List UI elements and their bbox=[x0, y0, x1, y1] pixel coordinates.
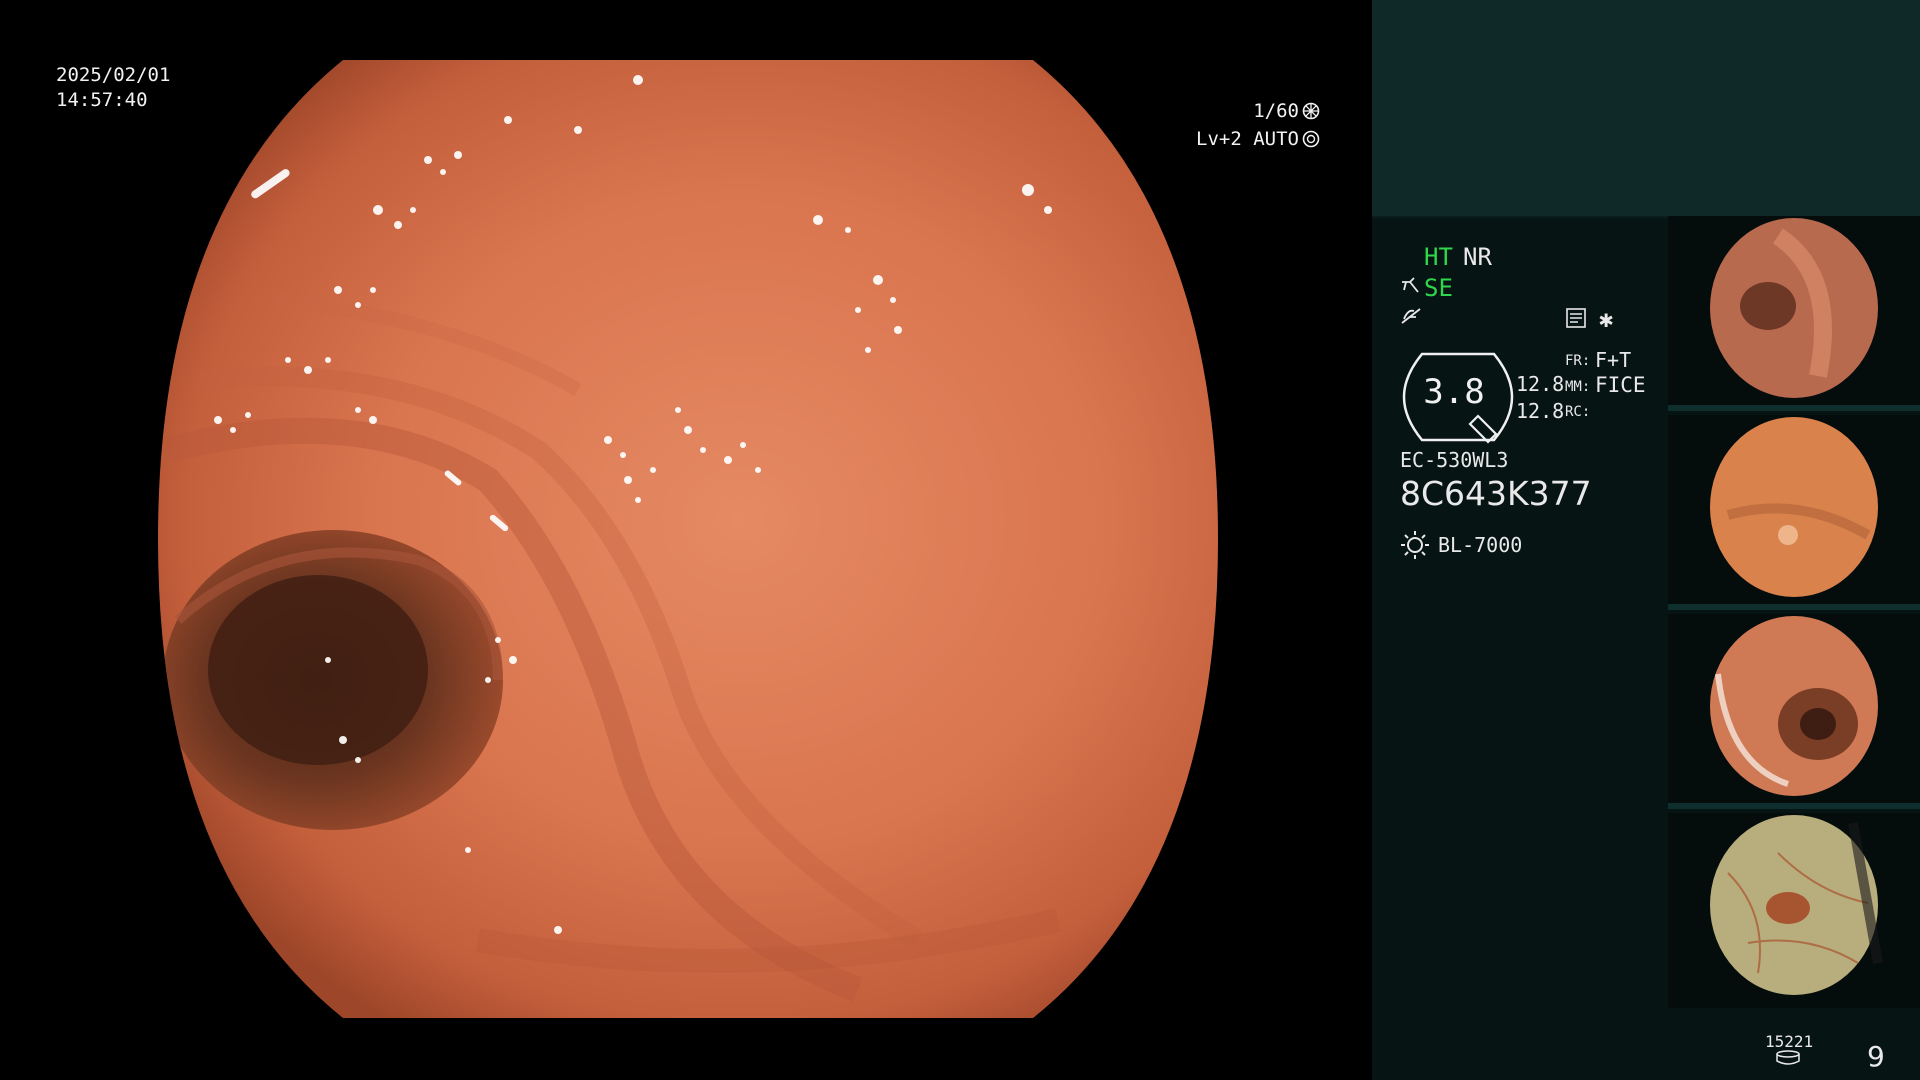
storage-disk-icon bbox=[1775, 1050, 1801, 1070]
thumbnail-separator bbox=[1668, 405, 1920, 411]
se-indicator: SE bbox=[1424, 274, 1453, 302]
endoscope-image bbox=[158, 60, 1218, 1018]
exposure-mode: AUTO bbox=[1253, 128, 1299, 150]
storage-count: 15221 bbox=[1765, 1032, 1814, 1051]
thumbnail-2[interactable] bbox=[1668, 415, 1920, 610]
page-number: 9 bbox=[1867, 1040, 1885, 1073]
fr-key: FR: bbox=[1565, 353, 1591, 369]
capture-time: 14:57:40 bbox=[56, 89, 148, 111]
thumbnail-1[interactable] bbox=[1668, 216, 1920, 411]
memo-icon bbox=[1565, 307, 1587, 333]
endoscopy-monitor: 2025/02/01 14:57:40 1/60 Lv+2 AUTO HT NR… bbox=[0, 0, 1920, 1080]
rc-key: RC: bbox=[1565, 404, 1591, 420]
panel-header bbox=[1372, 0, 1920, 216]
scope-model: EC-530WL3 bbox=[1400, 448, 1509, 472]
filter-icon bbox=[1400, 305, 1422, 333]
thumbnail-3[interactable] bbox=[1668, 614, 1920, 809]
thumbnail-separator bbox=[1668, 803, 1920, 809]
light-source-icon bbox=[1400, 530, 1430, 564]
scope-serial: 8C643K377 bbox=[1400, 474, 1592, 513]
parameter-value-b: 12.8 bbox=[1516, 399, 1565, 423]
thumbnail-4[interactable] bbox=[1668, 813, 1920, 1008]
capture-date: 2025/02/01 bbox=[56, 64, 171, 86]
parameter-value-a: 12.8 bbox=[1516, 372, 1565, 396]
shutter-readout: 1/60 bbox=[1253, 99, 1320, 127]
shutter-speed: 1/60 bbox=[1253, 100, 1299, 122]
ht-indicator: HT bbox=[1424, 243, 1453, 271]
thumbnail-2-image bbox=[1710, 417, 1878, 597]
aperture-icon bbox=[1302, 130, 1320, 155]
capture-thumbnails bbox=[1668, 216, 1920, 1008]
fr-value: F+T bbox=[1595, 348, 1632, 372]
thumbnail-3-image bbox=[1710, 616, 1878, 796]
enhancement-value: 3.8 bbox=[1423, 372, 1485, 412]
asterisk-icon: ✱ bbox=[1599, 305, 1614, 333]
thumbnail-separator bbox=[1668, 604, 1920, 610]
thumbnail-4-image bbox=[1710, 815, 1883, 995]
live-endoscope-view: 2025/02/01 14:57:40 1/60 Lv+2 AUTO bbox=[0, 0, 1372, 1080]
light-source-model: BL-7000 bbox=[1438, 533, 1523, 557]
thumbnail-1-image bbox=[1710, 218, 1878, 398]
iris-icon bbox=[1302, 102, 1320, 127]
structure-enhance-icon bbox=[1400, 276, 1424, 300]
mm-value: FICE bbox=[1595, 373, 1646, 397]
exposure-readout: Lv+2 AUTO bbox=[1196, 127, 1320, 155]
exposure-level: Lv+2 bbox=[1196, 128, 1242, 150]
info-panel: HT NR SE ✱ 3.8 12.8 12.8 FR: F+T MM: FIC… bbox=[1372, 0, 1920, 1080]
nr-indicator: NR bbox=[1463, 243, 1492, 271]
mm-key: MM: bbox=[1565, 379, 1591, 395]
